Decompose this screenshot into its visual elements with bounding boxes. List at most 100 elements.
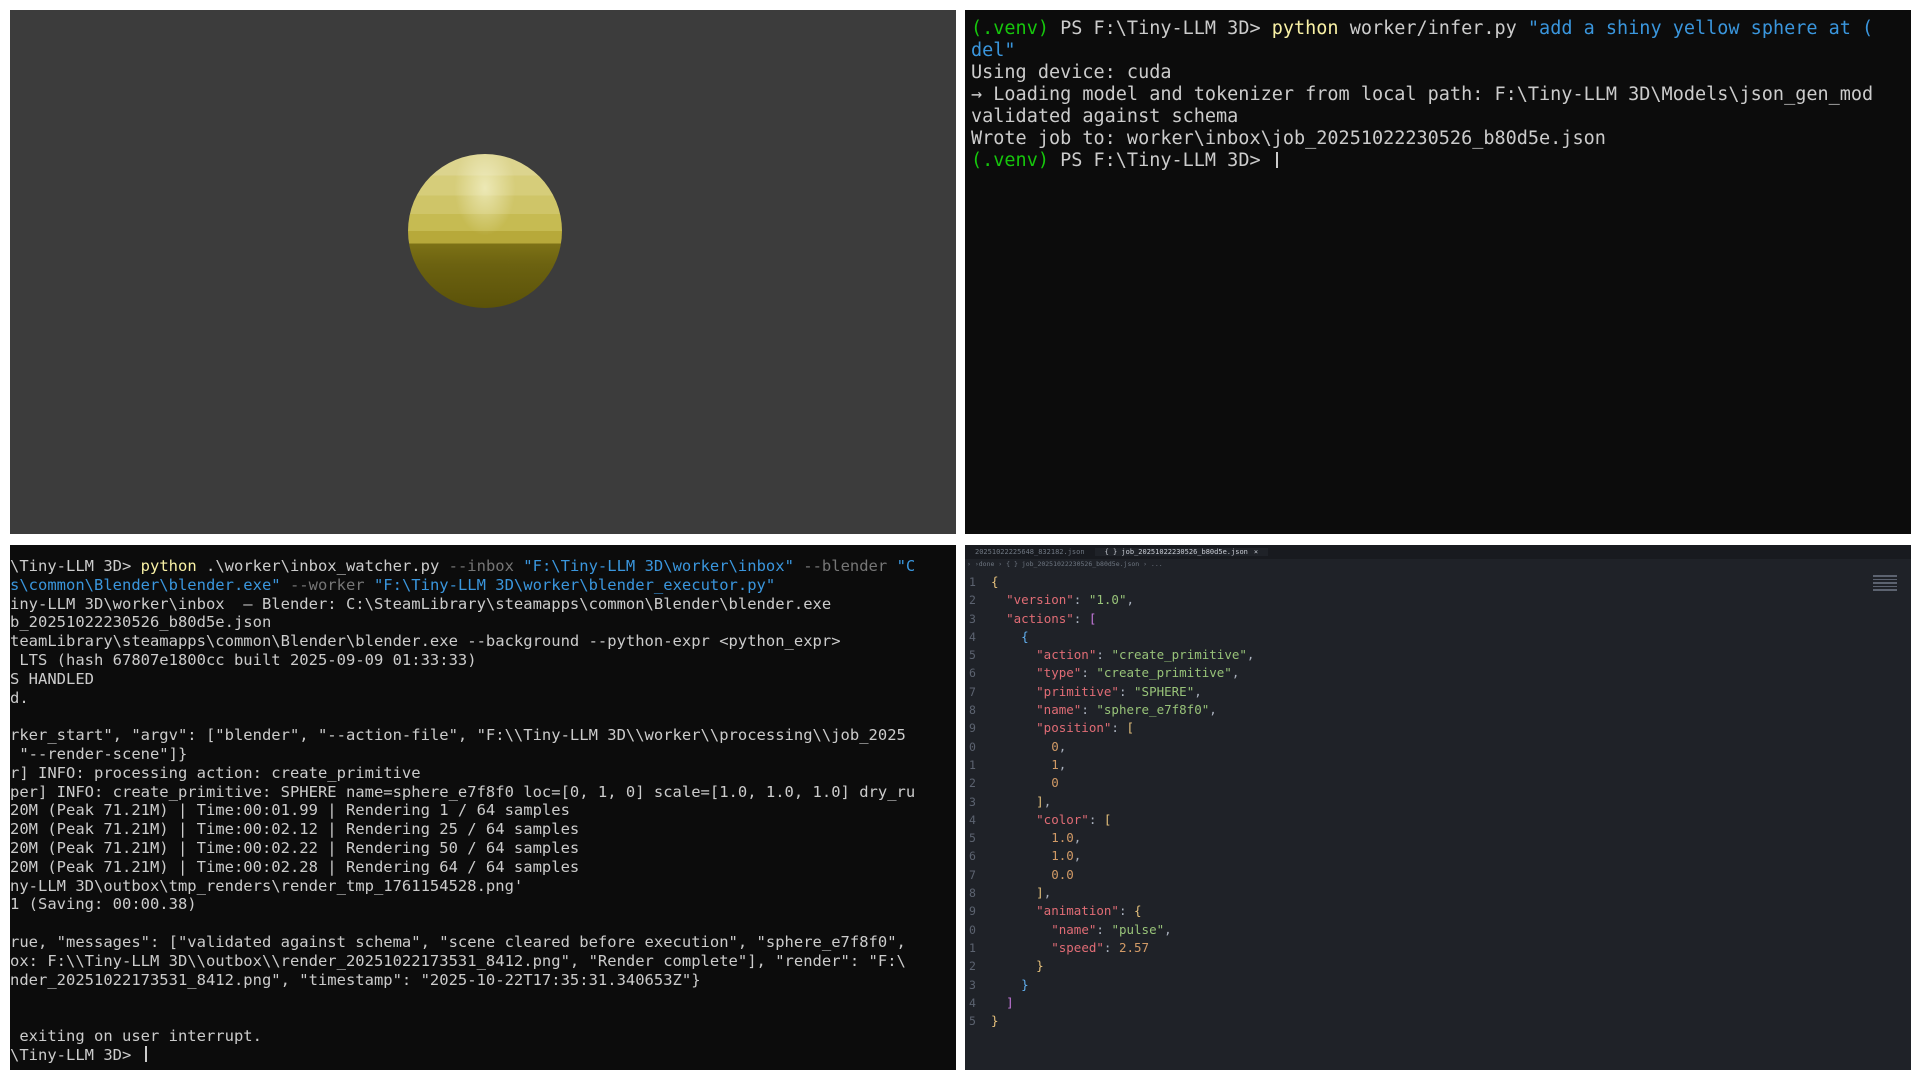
terminal-line: (.venv) PS F:\Tiny-LLM 3D> (971, 150, 1905, 172)
editor-tab-label: 20251022225648_832182.json (975, 548, 1085, 556)
terminal-text: .\worker\inbox_watcher.py (196, 557, 449, 575)
terminal-line: d. (10, 689, 956, 708)
code-token: , (1043, 885, 1052, 901)
terminal-text: rue, "messages": ["validated against sch… (10, 932, 916, 951)
code-text: 1.0, (991, 829, 1081, 847)
line-number: 1 (969, 940, 976, 955)
terminal-line: S HANDLED (10, 670, 956, 689)
terminal-text: rker_start", "argv": ["blender", "--acti… (10, 726, 906, 745)
terminal-text: nder_20251022173531_8412.png", "timestam… (10, 970, 701, 989)
code-token: : (1096, 647, 1112, 663)
terminal-text: d. (10, 688, 29, 707)
code-token: : (1096, 921, 1112, 937)
code-token: 1 (1051, 756, 1059, 772)
code-token: "position" (1036, 720, 1112, 736)
terminal-text: \Tiny-LLM 3D> (10, 557, 141, 575)
terminal-text: r] INFO: processing action: create_primi… (10, 763, 421, 782)
code-text: "actions": [ (991, 610, 1096, 628)
code-line: 3 } (965, 976, 1911, 994)
terminal-line: 20M (Peak 71.21M) | Time:00:02.12 | Rend… (10, 820, 956, 839)
code-editor[interactable]: 20251022225648_832182.json { } job_202510… (965, 545, 1911, 1070)
terminal-text: ny-LLM 3D\outbox\tmp_renders\render_tmp_… (10, 876, 524, 895)
code-token: , (1073, 830, 1082, 846)
text-cursor (1275, 152, 1278, 168)
code-text: ], (991, 793, 1051, 811)
code-token: : (1088, 811, 1104, 827)
terminal-text: LTS (hash 67807e1800cc built 2025-09-09 … (10, 650, 477, 669)
code-text: "name": "sphere_e7f8f0", (991, 701, 1217, 719)
code-token: "animation" (1036, 903, 1119, 919)
code-line: 4 ] (965, 994, 1911, 1012)
terminal-text: → Loading model and tokenizer from local… (971, 84, 1874, 105)
minimap[interactable] (1873, 573, 1897, 599)
code-token: "create_primitive" (1096, 665, 1232, 681)
terminal-text: --inbox (448, 557, 524, 575)
terminal-line: "--render-scene"]} (10, 745, 956, 764)
close-icon[interactable]: × (1254, 548, 1258, 556)
code-text: "position": [ (991, 719, 1134, 737)
terminal-text: PS F:\Tiny-LLM 3D> (1048, 150, 1272, 171)
code-token: , (1231, 665, 1240, 681)
code-token: "sphere_e7f8f0" (1096, 702, 1210, 718)
code-token: "SPHERE" (1134, 683, 1195, 699)
terminal-infer[interactable]: (.venv) PS F:\Tiny-LLM 3D> python worker… (965, 10, 1911, 534)
terminal-line: rker_start", "argv": ["blender", "--acti… (10, 726, 956, 745)
code-text: 0.0 (991, 866, 1074, 884)
terminal-watcher[interactable]: \Tiny-LLM 3D> python .\worker\inbox_watc… (10, 545, 956, 1070)
terminal-text: b_20251022230526_b80d5e.json (10, 613, 272, 632)
code-text: ] (991, 994, 1014, 1012)
terminal-text: (.venv) (971, 18, 1049, 39)
code-token: 1.0 (1051, 830, 1074, 846)
code-line: 8 ], (965, 884, 1911, 902)
code-text: "type": "create_primitive", (991, 664, 1239, 682)
terminal-text: "F:\Tiny-LLM 3D\worker\inbox" (523, 557, 794, 575)
code-token: "name" (1036, 702, 1082, 718)
code-token: } (1021, 976, 1029, 992)
code-token: , (1126, 592, 1135, 608)
terminal-text: exiting on user interrupt. (10, 1026, 262, 1045)
editor-tab[interactable]: { } job_20251022230526_b80d5e.json × (1094, 548, 1269, 556)
code-text: { (991, 573, 999, 591)
terminal-line: validated against schema (971, 106, 1905, 128)
code-line: 2 "version": "1.0", (965, 591, 1911, 609)
code-line: 5 1.0, (965, 829, 1911, 847)
code-line: 4 { (965, 628, 1911, 646)
terminal-text: "--render-scene"]} (10, 744, 188, 763)
terminal-line: r] INFO: processing action: create_primi… (10, 764, 956, 783)
blender-viewport[interactable] (10, 10, 956, 534)
terminal-text: 20M (Peak 71.21M) | Time:00:02.28 | Rend… (10, 857, 580, 876)
code-token: : (1103, 939, 1119, 955)
code-text: "primitive": "SPHERE", (991, 683, 1202, 701)
editor-tab[interactable]: 20251022225648_832182.json (965, 548, 1095, 556)
terminal-line: 20M (Peak 71.21M) | Time:00:02.22 | Rend… (10, 839, 956, 858)
code-line: 7 "primitive": "SPHERE", (965, 683, 1911, 701)
line-number: 7 (969, 867, 976, 882)
code-token: , (1164, 921, 1172, 937)
code-text: 1.0, (991, 847, 1081, 865)
terminal-text: teamLibrary\steamapps\common\Blender\ble… (10, 632, 841, 651)
code-token: : (1073, 592, 1089, 608)
code-line: 5 "action": "create_primitive", (965, 646, 1911, 664)
code-token: "type" (1036, 665, 1082, 681)
code-area[interactable]: 1{2 "version": "1.0", 3 "actions": [4 {5 … (965, 569, 1911, 1030)
terminal-line: 1 (Saving: 00:00.38) (10, 895, 956, 914)
line-number: 4 (969, 629, 976, 644)
code-line: 5} (965, 1012, 1911, 1030)
code-token: [ (1088, 610, 1097, 626)
code-token: 1.0 (1051, 848, 1074, 864)
code-line: 2 0 (965, 774, 1911, 792)
terminal-line: LTS (hash 67807e1800cc built 2025-09-09 … (10, 651, 956, 670)
code-text: { (991, 628, 1029, 646)
code-token: "actions" (1006, 610, 1074, 626)
